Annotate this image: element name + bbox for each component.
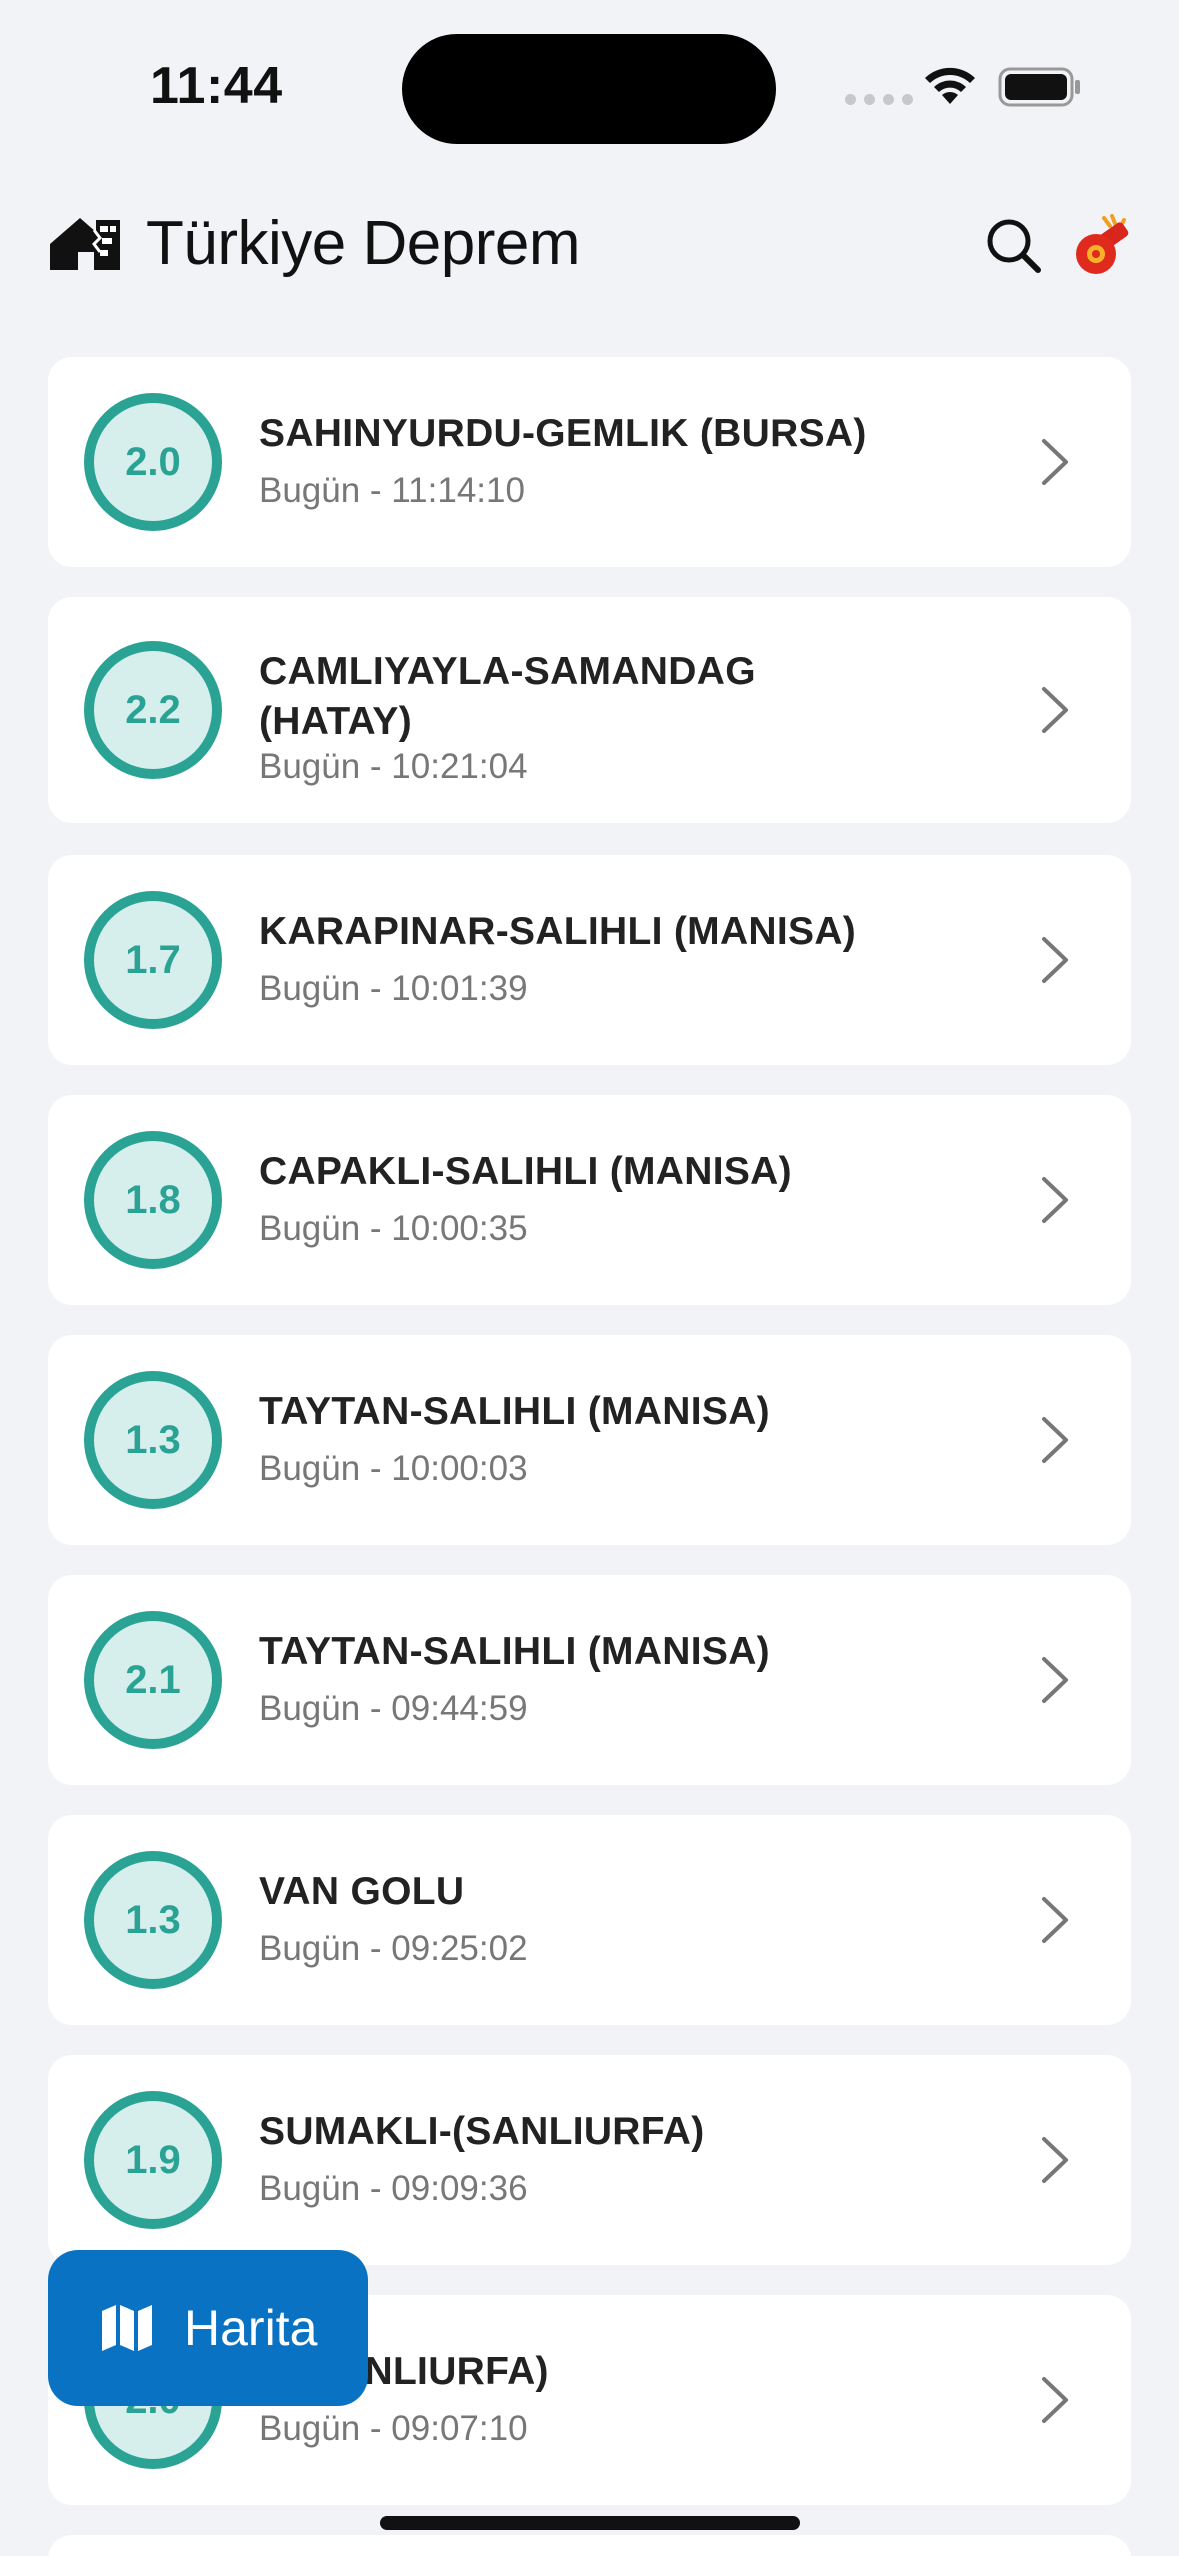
earthquake-list-item[interactable]: 2.2 CAMLIYAYLA-SAMANDAG (HATAY) Bugün - … (48, 597, 1131, 823)
earthquake-time: Bugün - 10:01:39 (259, 969, 528, 1008)
chevron-right-icon (1042, 1417, 1068, 1463)
earthquake-list-item[interactable]: 2.0 SAHINYURDU-GEMLIK (BURSA) Bugün - 11… (48, 357, 1131, 567)
chevron-right-icon (1042, 2377, 1068, 2423)
earthquake-list-item[interactable]: 1.9 SUMAKLI-(SANLIURFA) Bugün - 09:09:36 (48, 2055, 1131, 2265)
earthquake-list-item[interactable]: 1.3 VAN GOLU Bugün - 09:25:02 (48, 1815, 1131, 2025)
earthquake-location: SUMAKLI-(SANLIURFA) (259, 2110, 705, 2153)
earthquake-location: TAYTAN-SALIHLI (MANISA) (259, 1630, 770, 1673)
status-bar: 11:44 (0, 0, 1179, 170)
cellular-signal-icon (845, 94, 913, 105)
map-icon (102, 2305, 152, 2351)
chevron-right-icon (1042, 937, 1068, 983)
earthquake-time: Bugün - 10:00:35 (259, 1209, 528, 1248)
magnitude-badge: 1.8 (84, 1131, 222, 1269)
app-title: Türkiye Deprem (146, 209, 581, 278)
earthquake-location: SAHINYURDU-GEMLIK (BURSA) (259, 412, 867, 455)
magnitude-badge: 1.9 (84, 2091, 222, 2229)
earthquake-time: Bugün - 09:44:59 (259, 1689, 528, 1728)
app-header: Türkiye Deprem (0, 190, 1179, 300)
wifi-icon (925, 67, 975, 104)
magnitude-badge: 2.0 (84, 393, 222, 531)
magnitude-badge: 2.1 (84, 1611, 222, 1749)
earthquake-location: VAN GOLU (259, 1870, 465, 1913)
earthquake-time: Bugün - 10:21:04 (259, 747, 528, 786)
magnitude-badge: 1.3 (84, 1851, 222, 1989)
earthquake-list-item[interactable]: 2.1 TAYTAN-SALIHLI (MANISA) Bugün - 09:4… (48, 1575, 1131, 1785)
earthquake-list-item[interactable]: 1.3 TAYTAN-SALIHLI (MANISA) Bugün - 10:0… (48, 1335, 1131, 1545)
map-button[interactable]: Harita (48, 2250, 368, 2406)
earthquake-location: TAYTAN-SALIHLI (MANISA) (259, 1390, 770, 1433)
earthquake-list-item[interactable]: 1.8 CAPAKLI-SALIHLI (MANISA) Bugün - 10:… (48, 1095, 1131, 1305)
map-button-label: Harita (184, 2300, 318, 2356)
earthquake-time: Bugün - 09:07:10 (259, 2409, 528, 2448)
earthquake-list-item[interactable] (48, 2535, 1131, 2556)
earthquake-location: CAPAKLI-SALIHLI (MANISA) (259, 1150, 792, 1193)
earthquake-time: Bugün - 11:14:10 (259, 471, 525, 510)
earthquake-time: Bugün - 10:00:03 (259, 1449, 528, 1488)
magnitude-badge: 1.7 (84, 891, 222, 1029)
status-time: 11:44 (150, 57, 283, 115)
chevron-right-icon (1042, 687, 1068, 733)
dynamic-island (402, 34, 776, 144)
earthquake-list-item[interactable]: 1.7 KARAPINAR-SALIHLI (MANISA) Bugün - 1… (48, 855, 1131, 1065)
house-crack-icon (50, 218, 120, 270)
earthquake-location: KARAPINAR-SALIHLI (MANISA) (259, 910, 857, 953)
earthquake-time: Bugün - 09:09:36 (259, 2169, 528, 2208)
earthquake-location: CAMLIYAYLA-SAMANDAG (HATAY) (259, 650, 756, 743)
battery-icon (998, 67, 1080, 107)
whistle-icon[interactable] (1068, 210, 1138, 280)
chevron-right-icon (1042, 1657, 1068, 1703)
magnitude-badge: 1.3 (84, 1371, 222, 1509)
search-icon[interactable] (982, 214, 1046, 278)
chevron-right-icon (1042, 1177, 1068, 1223)
earthquake-time: Bugün - 09:25:02 (259, 1929, 528, 1968)
magnitude-badge: 2.2 (84, 641, 222, 779)
chevron-right-icon (1042, 2137, 1068, 2183)
chevron-right-icon (1042, 1897, 1068, 1943)
chevron-right-icon (1042, 439, 1068, 485)
home-indicator[interactable] (380, 2516, 800, 2530)
